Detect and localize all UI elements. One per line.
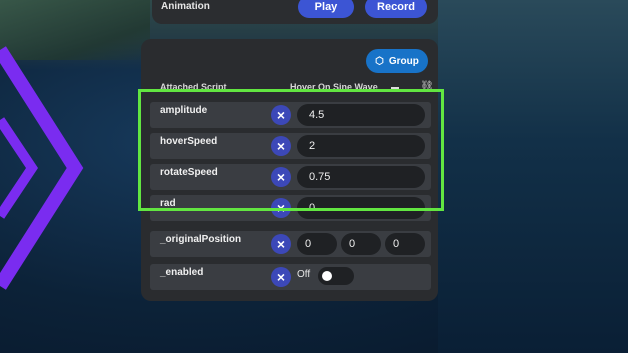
position-z-input[interactable]: 0 bbox=[385, 233, 425, 255]
attached-script-label: Attached Script bbox=[160, 82, 227, 92]
toggle-state-label: Off bbox=[297, 269, 311, 280]
script-name[interactable]: Hover On Sine Wave bbox=[290, 82, 378, 92]
field-row-rotatespeed: rotateSpeed × 0.75 bbox=[150, 164, 431, 190]
position-x-input[interactable]: 0 bbox=[297, 233, 337, 255]
clear-icon[interactable]: × bbox=[271, 105, 291, 125]
purple-arrow-shape bbox=[0, 46, 84, 290]
field-label: amplitude bbox=[160, 105, 208, 116]
clear-icon[interactable]: × bbox=[271, 198, 291, 218]
rotatespeed-input[interactable]: 0.75 bbox=[297, 166, 425, 188]
animation-label: Animation bbox=[161, 1, 210, 12]
hoverspeed-input[interactable]: 2 bbox=[297, 135, 425, 157]
group-button[interactable]: ⬡ Group bbox=[366, 49, 428, 73]
cube-icon: ⬡ bbox=[375, 55, 384, 67]
field-label: rad bbox=[160, 198, 176, 209]
enabled-toggle[interactable] bbox=[318, 267, 354, 285]
field-row-amplitude: amplitude × 4.5 bbox=[150, 102, 431, 128]
unlink-icon[interactable]: ⛓ bbox=[420, 80, 434, 93]
clear-icon[interactable]: × bbox=[271, 267, 291, 287]
play-button[interactable]: Play bbox=[298, 0, 354, 18]
field-label: hoverSpeed bbox=[160, 136, 218, 147]
field-row-hoverspeed: hoverSpeed × 2 bbox=[150, 133, 431, 159]
group-label: Group bbox=[388, 55, 419, 67]
script-panel: ⬡ Group Attached Script Hover On Sine Wa… bbox=[141, 39, 438, 301]
field-row-rad: rad × 0 bbox=[150, 195, 431, 221]
field-label: rotateSpeed bbox=[160, 167, 218, 178]
field-label: _enabled bbox=[160, 267, 204, 278]
toggle-knob bbox=[322, 271, 332, 281]
amplitude-input[interactable]: 4.5 bbox=[297, 104, 425, 126]
clear-icon[interactable]: × bbox=[271, 167, 291, 187]
clear-icon[interactable]: × bbox=[271, 234, 291, 254]
record-button[interactable]: Record bbox=[365, 0, 427, 18]
animation-bar: Animation Play Record bbox=[152, 0, 438, 24]
rad-input[interactable]: 0 bbox=[297, 197, 425, 219]
background-right bbox=[438, 0, 628, 353]
clear-icon[interactable]: × bbox=[271, 136, 291, 156]
minus-icon[interactable] bbox=[391, 87, 399, 89]
field-row-original-position: _originalPosition × 0 0 0 bbox=[150, 231, 431, 257]
position-y-input[interactable]: 0 bbox=[341, 233, 381, 255]
field-label: _originalPosition bbox=[160, 234, 242, 245]
field-row-enabled: _enabled × Off bbox=[150, 264, 431, 290]
